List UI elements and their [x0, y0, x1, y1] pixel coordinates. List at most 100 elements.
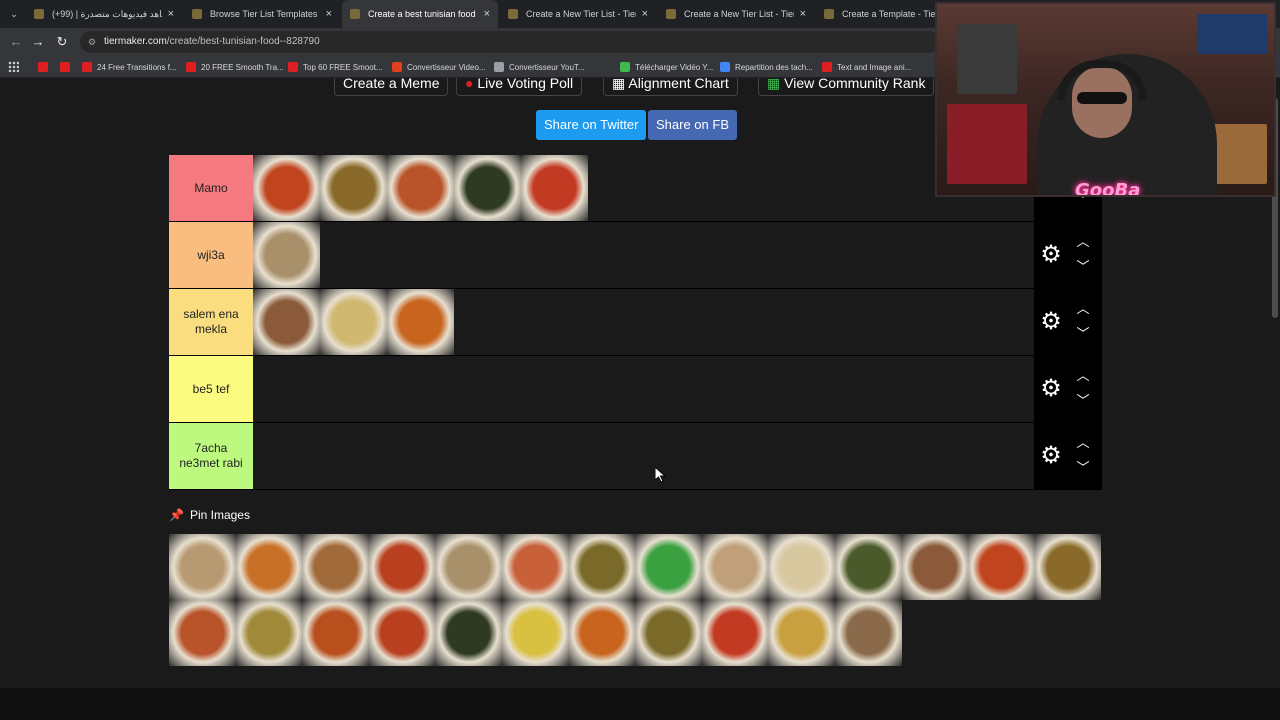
youtube-icon[interactable]: [38, 59, 53, 75]
bookmark-item[interactable]: 20 FREE Smooth Tra...: [186, 59, 284, 75]
food-image[interactable]: [253, 289, 320, 355]
food-image[interactable]: [521, 155, 588, 221]
settings-gear-icon[interactable]: ⚙: [1040, 243, 1062, 267]
food-image[interactable]: [568, 600, 636, 666]
food-image[interactable]: [320, 155, 387, 221]
grid-icon: ▦: [612, 78, 629, 91]
tab-close-icon[interactable]: ×: [800, 8, 806, 20]
browser-tab[interactable]: Create a best tunisian food Tier ×: [342, 0, 498, 28]
tab-label: Browse Tier List Templates by C: [210, 9, 320, 19]
bookmark-item[interactable]: Télécharger Vidéo Y...: [620, 59, 713, 75]
browser-tab[interactable]: Create a New Tier List - TierMa ×: [658, 0, 814, 28]
food-image[interactable]: [253, 155, 320, 221]
community-rank-button[interactable]: ▦ View Community Rank: [758, 78, 935, 96]
food-image[interactable]: [501, 600, 569, 666]
bookmark-item[interactable]: Repartition des tach...: [720, 59, 813, 75]
food-image[interactable]: [387, 289, 454, 355]
browser-tab[interactable]: Create a New Tier List - TierMa ×: [500, 0, 656, 28]
food-image[interactable]: [235, 600, 303, 666]
food-image[interactable]: [1034, 534, 1102, 600]
apps-grid-icon[interactable]: [8, 61, 19, 72]
food-image[interactable]: [701, 600, 769, 666]
bookmark-item[interactable]: Top 60 FREE Smoot...: [288, 59, 383, 75]
move-up-icon[interactable]: ︿: [1074, 235, 1092, 249]
food-image[interactable]: [635, 534, 702, 600]
tier-drop-zone[interactable]: [253, 155, 1034, 221]
tier-label[interactable]: wji3a: [169, 222, 253, 288]
food-image[interactable]: [454, 155, 521, 221]
browser-tab[interactable]: Browse Tier List Templates by C ×: [184, 0, 340, 28]
youtube-icon[interactable]: [60, 59, 75, 75]
wall-poster: [1197, 14, 1267, 54]
tier-drop-zone[interactable]: [253, 356, 1034, 422]
settings-gear-icon[interactable]: ⚙: [1040, 377, 1062, 401]
food-image[interactable]: [701, 534, 769, 600]
bookmark-item[interactable]: Convertisseur YouT...: [494, 59, 585, 75]
food-image[interactable]: [320, 289, 387, 355]
tier-drop-zone[interactable]: [253, 423, 1034, 489]
bookmark-favicon-icon: [392, 62, 402, 72]
food-image[interactable]: [834, 534, 902, 600]
food-image[interactable]: [302, 534, 369, 600]
share-fb-button[interactable]: Share on FB: [648, 110, 737, 140]
move-up-icon[interactable]: ︿: [1074, 302, 1092, 316]
move-down-icon[interactable]: ﹀: [1074, 327, 1092, 341]
food-image[interactable]: [387, 155, 454, 221]
move-down-icon[interactable]: ﹀: [1074, 394, 1092, 408]
tier-label[interactable]: be5 tef: [169, 356, 253, 422]
browser-tab[interactable]: شاهد فيديوهات متصدرة | (99+) ×: [26, 0, 182, 28]
food-image[interactable]: [768, 600, 835, 666]
tier-label[interactable]: Mamo: [169, 155, 253, 221]
url-path: /create/best-tunisian-food--828790: [166, 36, 320, 47]
tab-close-icon[interactable]: ×: [326, 8, 332, 20]
live-voting-poll-button[interactable]: ● Live Voting Poll: [456, 78, 583, 96]
food-image[interactable]: [768, 534, 835, 600]
bookmark-item[interactable]: Text and Image ani...: [822, 59, 911, 75]
food-image[interactable]: [253, 222, 320, 288]
tier-drop-zone[interactable]: [253, 222, 1034, 288]
tab-close-icon[interactable]: ×: [484, 8, 490, 20]
food-image[interactable]: [368, 534, 436, 600]
tab-close-icon[interactable]: ×: [168, 8, 174, 20]
share-twitter-button[interactable]: Share on Twitter: [536, 110, 647, 140]
food-image[interactable]: [901, 534, 969, 600]
food-image[interactable]: [568, 534, 636, 600]
tier-label[interactable]: salem ena mekla: [169, 289, 253, 355]
tier-drop-zone[interactable]: [253, 289, 1034, 355]
create-meme-button[interactable]: Create a Meme: [334, 78, 449, 96]
wall-poster: [957, 24, 1017, 94]
food-image[interactable]: [834, 600, 902, 666]
tier-label[interactable]: 7acha ne3met rabi: [169, 423, 253, 489]
food-image[interactable]: [435, 534, 502, 600]
food-image[interactable]: [169, 600, 236, 666]
live-voting-poll-label: Live Voting Poll: [477, 78, 574, 91]
bookmark-item[interactable]: 24 Free Transitions f...: [82, 59, 177, 75]
food-image[interactable]: [435, 600, 502, 666]
site-info-icon[interactable]: ⚙: [88, 31, 96, 53]
url-field[interactable]: ⚙ tiermaker.com/create/best-tunisian-foo…: [80, 31, 940, 53]
tier-controls: ⚙ ︿ ﹀: [1034, 222, 1102, 288]
alignment-chart-button[interactable]: ▦ Alignment Chart: [603, 78, 738, 96]
food-image[interactable]: [501, 534, 569, 600]
bookmark-item[interactable]: Convertisseur Video...: [392, 59, 486, 75]
food-image[interactable]: [235, 534, 303, 600]
move-up-icon[interactable]: ︿: [1074, 369, 1092, 383]
food-image[interactable]: [169, 534, 236, 600]
settings-gear-icon[interactable]: ⚙: [1040, 444, 1062, 468]
alignment-chart-label: Alignment Chart: [628, 78, 729, 91]
back-icon[interactable]: ←: [8, 34, 24, 50]
tab-label: Create a New Tier List - TierMa: [684, 9, 794, 19]
food-image[interactable]: [368, 600, 436, 666]
move-down-icon[interactable]: ﹀: [1074, 461, 1092, 475]
move-down-icon[interactable]: ﹀: [1074, 260, 1092, 274]
tab-close-icon[interactable]: ×: [642, 8, 648, 20]
tab-search-icon[interactable]: ⌄: [6, 6, 22, 22]
move-up-icon[interactable]: ︿: [1074, 436, 1092, 450]
reload-icon[interactable]: ↻: [54, 34, 70, 50]
forward-icon[interactable]: →: [30, 34, 46, 50]
food-image[interactable]: [302, 600, 369, 666]
food-image[interactable]: [635, 600, 702, 666]
tier-row: be5 tef ⚙ ︿ ﹀: [169, 356, 1102, 423]
settings-gear-icon[interactable]: ⚙: [1040, 310, 1062, 334]
food-image[interactable]: [968, 534, 1035, 600]
